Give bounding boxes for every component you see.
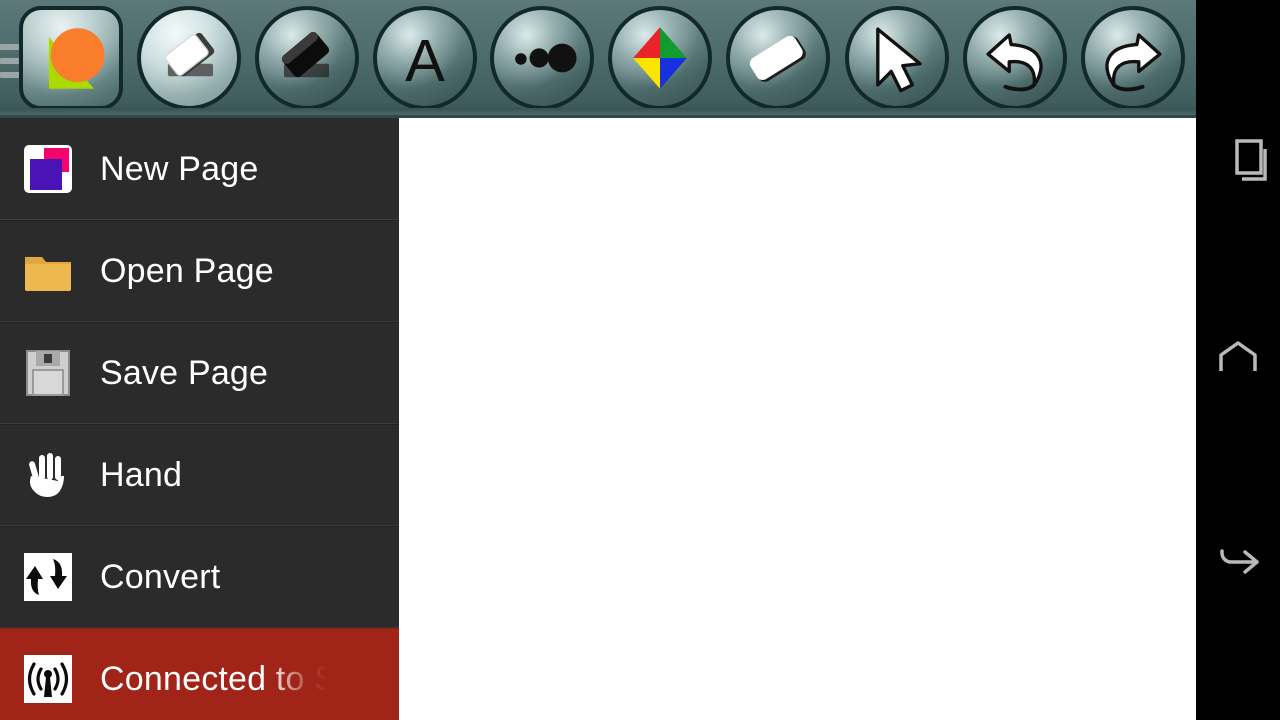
back-button[interactable]: [1196, 520, 1280, 604]
home-icon: [1219, 341, 1257, 371]
undo-arrow-icon: [963, 6, 1067, 110]
marker-tool[interactable]: [255, 6, 359, 110]
shapes-tool[interactable]: [19, 6, 123, 110]
new-page-icon: [22, 143, 74, 195]
eraser-tool[interactable]: [137, 6, 241, 110]
dot-sizes-icon: [490, 6, 594, 110]
cursor-arrow-icon: [845, 6, 949, 110]
android-navigation-bar: [1196, 0, 1280, 720]
stroke-width-tool[interactable]: [490, 6, 594, 110]
redo-arrow-icon: [1081, 6, 1185, 110]
white-eraser-icon: [726, 6, 830, 110]
text-tool[interactable]: A: [373, 6, 477, 110]
svg-text:A: A: [405, 27, 445, 94]
menu-item-label: Hand: [100, 456, 183, 494]
eraser-icon: [137, 6, 241, 110]
folder-icon: [22, 245, 74, 297]
home-button[interactable]: [1196, 318, 1280, 402]
text-a-icon: A: [373, 6, 477, 110]
menu-item-hand[interactable]: Hand: [0, 424, 399, 526]
recents-icon: [1235, 139, 1267, 181]
color-diamond-icon: [608, 6, 712, 110]
shapes-icon: [19, 6, 123, 110]
side-menu: New Page Open Page Save Page Hand Conver…: [0, 118, 399, 720]
hand-icon: [22, 449, 74, 501]
menu-item-label: Save Page: [100, 354, 269, 392]
marker-icon: [255, 6, 359, 110]
floppy-disk-icon: [22, 347, 74, 399]
app-root: A New Page Open Page Save Page Hand Conv…: [0, 0, 1280, 720]
select-tool[interactable]: [845, 6, 949, 110]
menu-item-open-page[interactable]: Open Page: [0, 220, 399, 322]
back-icon: [1220, 549, 1259, 574]
top-toolbar: A: [0, 0, 1196, 118]
menu-item-label: New Page: [100, 149, 259, 188]
color-picker-tool[interactable]: [608, 6, 712, 110]
menu-item-label: Convert: [100, 558, 221, 596]
menu-item-save-page[interactable]: Save Page: [0, 322, 399, 424]
menu-item-new-page[interactable]: New Page: [0, 118, 399, 220]
undo-tool[interactable]: [963, 6, 1067, 110]
broadcast-icon: [22, 653, 74, 705]
menu-item-label: Open Page: [100, 252, 274, 290]
menu-item-label: Connected to S: [100, 660, 338, 698]
recents-button[interactable]: [1196, 118, 1280, 202]
menu-item-convert[interactable]: Convert: [0, 526, 399, 628]
redo-tool[interactable]: [1081, 6, 1185, 110]
menu-item-connected-to-s[interactable]: Connected to S: [0, 628, 399, 720]
wipe-tool[interactable]: [726, 6, 830, 110]
convert-arrows-icon: [22, 551, 74, 603]
